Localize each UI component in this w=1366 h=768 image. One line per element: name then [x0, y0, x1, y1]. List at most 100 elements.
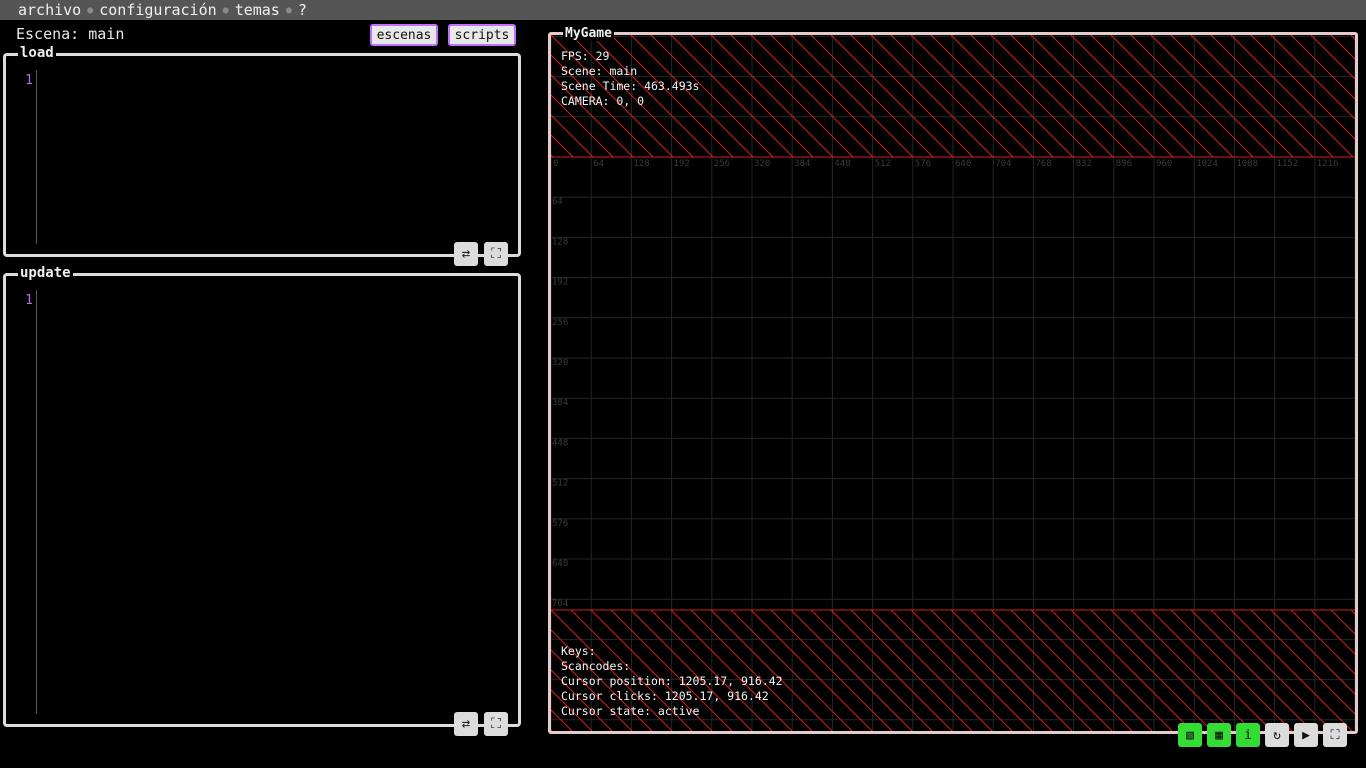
- hatch-line: [710, 35, 834, 157]
- hatch-line: [1070, 35, 1194, 157]
- keys-text: Keys:: [561, 644, 596, 658]
- hatch-line: [950, 610, 1073, 731]
- menu-bar: archivo ● configuración ● temas ● ?: [0, 0, 1366, 20]
- hatch-line: [910, 610, 1033, 731]
- grid-x-label: 896: [1116, 159, 1132, 169]
- hatch-line: [1170, 610, 1293, 731]
- play-icon[interactable]: ▶: [1294, 723, 1318, 747]
- update-panel-title: update: [18, 265, 73, 281]
- hatch-line: [1030, 35, 1154, 157]
- menu-archivo[interactable]: archivo: [16, 1, 83, 19]
- hatch-line: [1130, 610, 1253, 731]
- load-panel-tools: ⇄ ⛶: [454, 242, 508, 266]
- grid-x-label: 192: [674, 159, 690, 169]
- game-canvas[interactable]: 0 64 128 192 256 320 384 448 512 576 640 704 768 832 8…: [551, 35, 1355, 731]
- update-code-editor[interactable]: [39, 284, 512, 706]
- grid-y-label: 128: [552, 237, 568, 247]
- hatch-line: [670, 35, 794, 157]
- grid-toggle-icon[interactable]: ▦: [1207, 723, 1231, 747]
- hatch-line: [1110, 610, 1233, 731]
- grid-y-label: 576: [552, 519, 568, 529]
- grid-y-label: 512: [552, 479, 568, 489]
- hatch-line: [1070, 610, 1193, 731]
- grid-x-label: 1088: [1236, 159, 1258, 169]
- grid-x-label: 128: [633, 159, 649, 169]
- hatch-line: [730, 610, 853, 731]
- hatch-line: [990, 35, 1114, 157]
- hatch-line: [1230, 35, 1354, 157]
- hatch-line: [1290, 610, 1355, 675]
- scene-time-text: Scene Time: 463.493s: [561, 79, 700, 93]
- load-code-editor[interactable]: [39, 64, 512, 236]
- camera-text: CAMERA: 0, 0: [561, 94, 645, 108]
- hatch-line: [790, 610, 913, 731]
- load-panel-title: load: [18, 45, 56, 61]
- fullscreen-icon[interactable]: ⛶: [484, 712, 508, 736]
- hatch-line: [1250, 610, 1355, 715]
- hatch-line: [910, 35, 1034, 157]
- cursor-position-text: Cursor position: 1205.17, 916.42: [561, 674, 783, 688]
- hatch-line: [830, 35, 954, 157]
- swap-icon[interactable]: ⇄: [454, 712, 478, 736]
- hatch-line: [1030, 610, 1153, 731]
- grid-y-label: 448: [552, 438, 568, 448]
- scene-text: Scene: main: [561, 64, 638, 78]
- grid-x-label: 832: [1076, 159, 1092, 169]
- game-toolbar: ▧ ▦ i ↻ ▶ ⛶: [1178, 723, 1347, 747]
- line-number: 1: [25, 73, 33, 88]
- grid-y-label: 384: [552, 398, 568, 408]
- hatch-line: [850, 35, 974, 157]
- cursor-clicks-text: Cursor clicks: 1205.17, 916.42: [561, 689, 769, 703]
- scripts-button[interactable]: scripts: [448, 24, 516, 46]
- hatch-line: [1210, 610, 1333, 731]
- game-panel: 0 64 128 192 256 320 384 448 512 576 640 704 768 832 8…: [548, 26, 1358, 734]
- fullscreen-icon[interactable]: ⛶: [484, 242, 508, 266]
- grid-y-label: 320: [552, 358, 568, 368]
- grid-x-label: 1152: [1277, 159, 1299, 169]
- load-gutter: 1: [6, 70, 37, 244]
- hatch-line: [890, 610, 1013, 731]
- grid-y-label: 64: [552, 197, 563, 207]
- hatch-line: [1110, 35, 1234, 157]
- fullscreen-icon[interactable]: ⛶: [1323, 723, 1347, 747]
- hatch-line: [930, 35, 1054, 157]
- grid-x-label: 768: [1035, 159, 1051, 169]
- grid-x-label: 640: [955, 159, 971, 169]
- hatch-line: [750, 610, 873, 731]
- hatch-line: [710, 610, 833, 731]
- update-gutter: 1: [6, 290, 37, 714]
- hatch-line: [870, 35, 994, 157]
- grid-x-label: 320: [754, 159, 770, 169]
- hatch-line: [1310, 610, 1355, 655]
- hatch-line: [1270, 35, 1355, 120]
- fps-text: FPS: 29: [561, 49, 610, 63]
- line-number: 1: [25, 293, 33, 308]
- hatch-line: [1050, 35, 1174, 157]
- menu-configuracion[interactable]: configuración: [97, 1, 218, 19]
- grid-x-label: 512: [875, 159, 891, 169]
- game-title: MyGame: [563, 26, 614, 41]
- hatch-line: [750, 35, 874, 157]
- info-toggle-icon[interactable]: i: [1236, 723, 1260, 747]
- grid-x-label: 64: [593, 159, 604, 169]
- hatch-line: [1270, 610, 1355, 695]
- scene-label: Escena: main: [16, 25, 125, 43]
- hatch-line: [1190, 35, 1314, 157]
- menu-temas[interactable]: temas: [233, 1, 282, 19]
- cursor-state-text: Cursor state: active: [561, 704, 700, 718]
- hatch-line: [1010, 35, 1134, 157]
- hatch-line: [1150, 35, 1274, 157]
- load-panel: load 1 ⇄ ⛶: [3, 45, 521, 266]
- grid-x-label: 384: [794, 159, 810, 169]
- swap-icon[interactable]: ⇄: [454, 242, 478, 266]
- grid-x-label: 256: [714, 159, 730, 169]
- reload-icon[interactable]: ↻: [1265, 723, 1289, 747]
- hatch-line: [810, 610, 933, 731]
- update-panel: update 1 ⇄ ⛶: [3, 265, 521, 736]
- escenas-button[interactable]: escenas: [370, 24, 438, 46]
- menu-separator: ●: [285, 4, 292, 16]
- hatch-line: [1290, 35, 1355, 100]
- hatch-toggle-icon[interactable]: ▧: [1178, 723, 1202, 747]
- menu-help[interactable]: ?: [296, 1, 309, 19]
- grid-x-label: 960: [1156, 159, 1172, 169]
